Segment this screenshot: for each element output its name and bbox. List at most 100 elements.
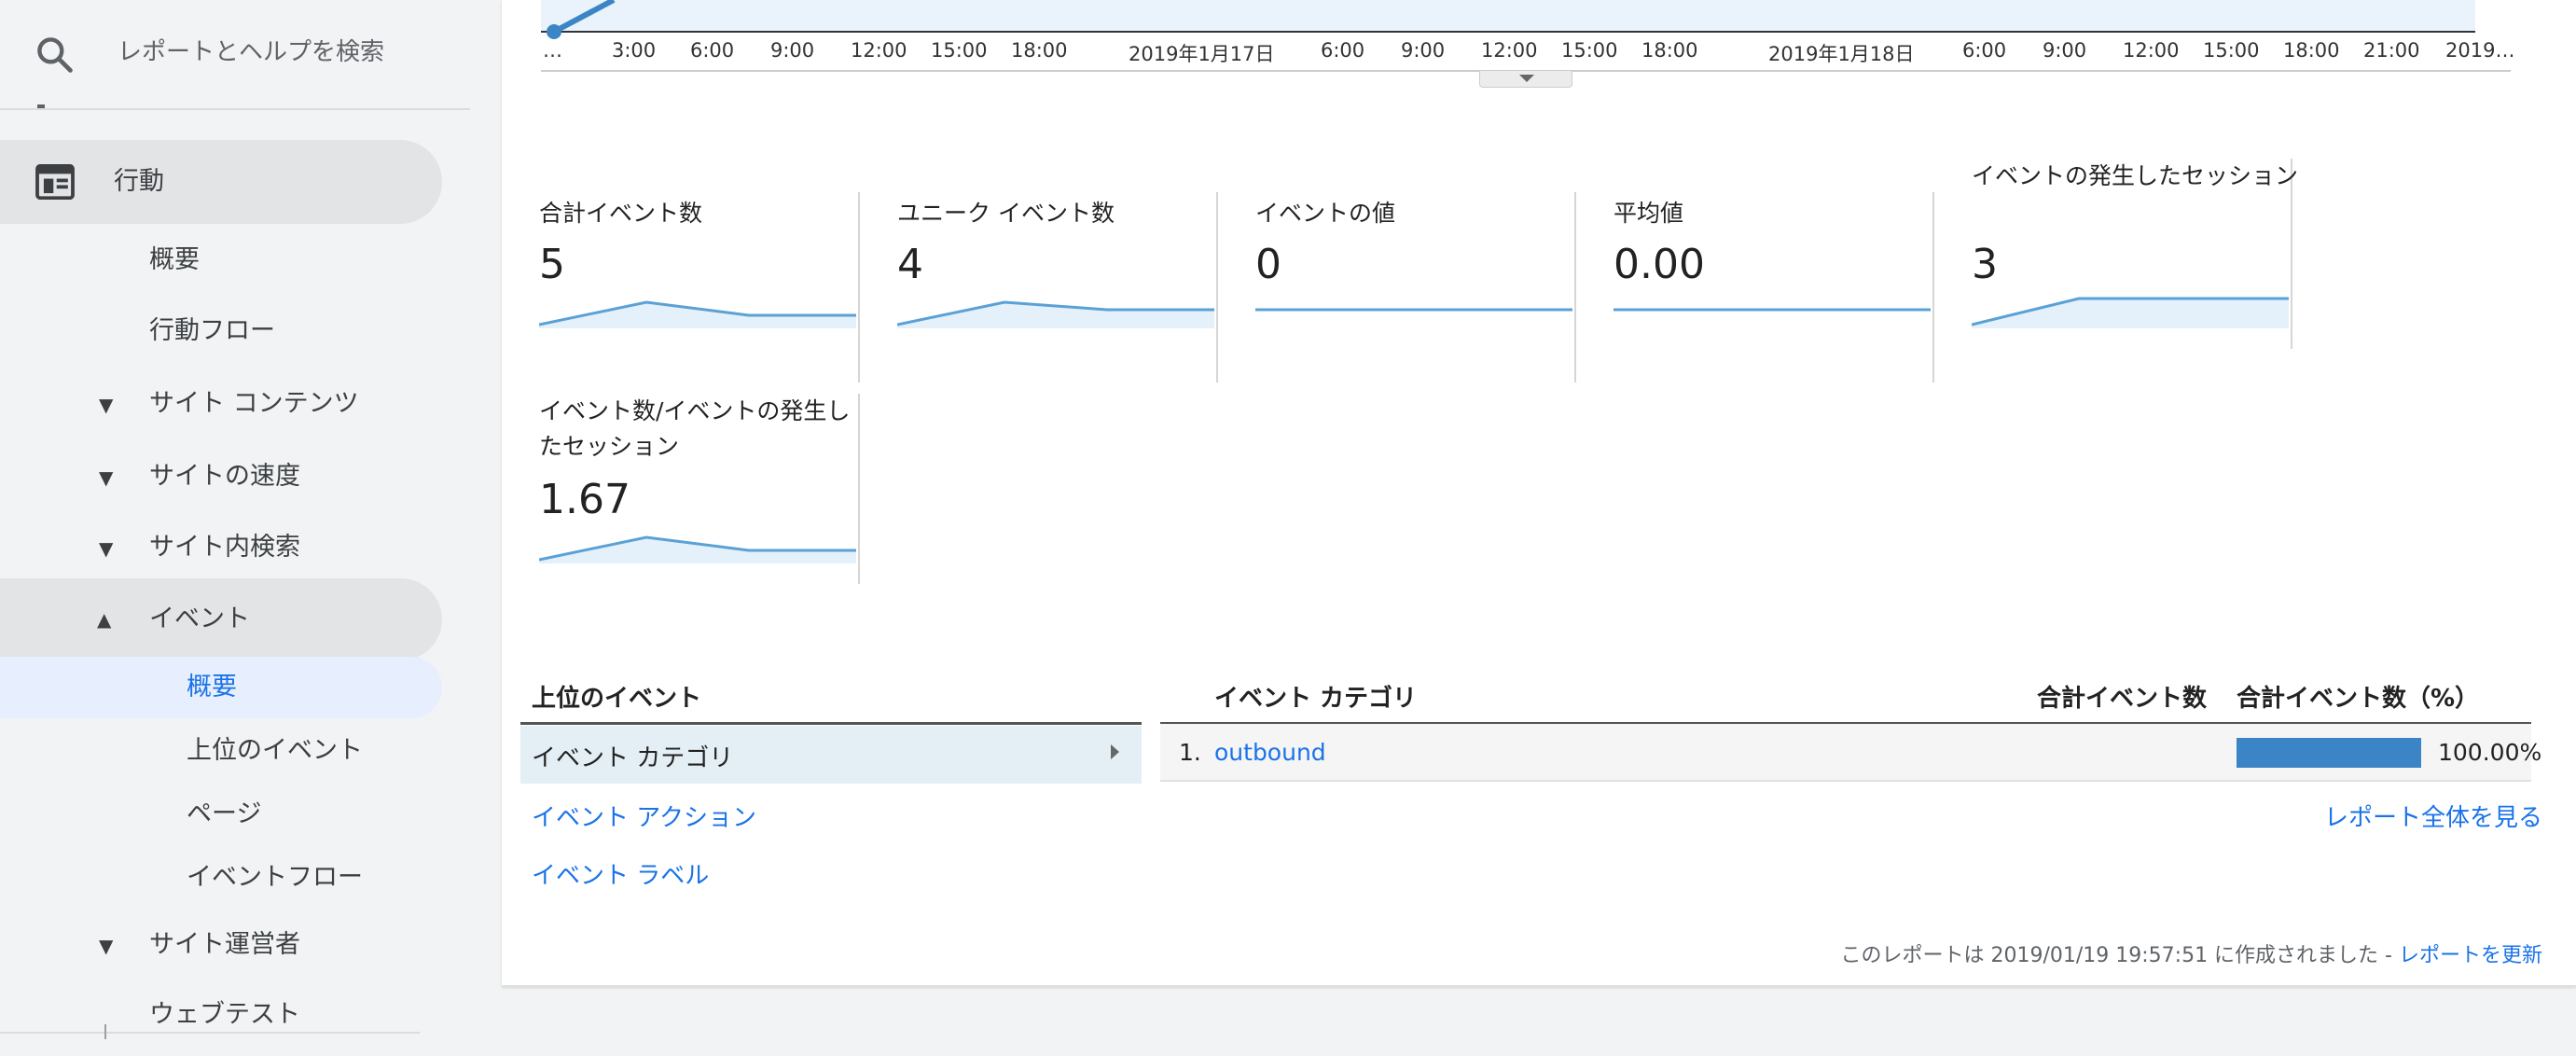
sidebar-item-experiments[interactable]: ウェブテスト: [0, 972, 442, 1056]
search-input[interactable]: レポートとヘルプを検索: [118, 35, 384, 69]
timeline-tick-label: 12:00: [2123, 39, 2180, 62]
scroll-tick: [37, 104, 45, 108]
timeline-tick-label: 6:00: [690, 39, 735, 62]
timeline-tick-label: 9:00: [770, 39, 815, 62]
row-index: 1.: [1179, 739, 1201, 766]
row-category-link[interactable]: outbound: [1214, 739, 1326, 766]
timeline-area: [541, 0, 2475, 31]
metric-value: 0.00: [1613, 241, 1705, 288]
sidebar-item-label: サイト コンテンツ: [149, 389, 359, 418]
sidebar-item-label: 概要: [187, 673, 237, 702]
metric-events-per-session[interactable]: イベント数/イベントの発生したセッション 1.67: [502, 394, 860, 584]
sidebar: レポートとヘルプを検索 行動 概要 行動フロー ▼ サイト コンテンツ ▼ サイ…: [0, 0, 470, 1039]
sidebar-item-label: サイトの速度: [149, 462, 300, 491]
behavior-icon: [35, 164, 75, 200]
metric-value: 3: [1972, 241, 1998, 288]
search-bar[interactable]: レポートとヘルプを検索: [0, 0, 470, 110]
refresh-report-link[interactable]: レポートを更新: [2399, 944, 2542, 967]
chevron-down-icon: [1519, 75, 1534, 82]
metric-unique-events[interactable]: ユニーク イベント数 4: [860, 192, 1218, 382]
view-full-report-link[interactable]: レポート全体を見る: [2324, 799, 2542, 833]
sidebar-item-label: サイト運営者: [149, 930, 300, 959]
metric-title: 平均値: [1613, 200, 1684, 227]
percent-bar-fill: [2237, 738, 2421, 768]
metric-title: 合計イベント数: [539, 200, 703, 227]
search-icon[interactable]: [34, 34, 75, 75]
sidebar-item-label: ページ: [187, 799, 262, 828]
table-row: 1. outbound 5 100.00%: [1160, 724, 2541, 782]
sidebar-item-label: イベント: [149, 604, 250, 633]
metric-sparkline: [897, 300, 1214, 328]
report-footer: このレポートは 2019/01/19 19:57:51 に作成されました - レ…: [1840, 938, 2542, 968]
caret-down-icon: ▼: [99, 537, 114, 560]
divider: [0, 1032, 420, 1034]
metric-value: 4: [897, 241, 923, 288]
divider: [520, 722, 1142, 725]
sidebar-item-label: 行動フロー: [149, 316, 275, 345]
timeline-tick-label: 15:00: [1561, 39, 1618, 62]
caret-down-icon: ▼: [99, 394, 114, 416]
metric-value: 1.67: [539, 476, 630, 523]
timeline-tick-label: …: [543, 39, 562, 62]
sidebar-item-events[interactable]: ▲ イベント: [0, 578, 442, 660]
sidebar-item-label: 概要: [149, 245, 200, 274]
footer-text: このレポートは 2019/01/19 19:57:51 に作成されました -: [1840, 944, 2399, 967]
column-header-total-events[interactable]: 合計イベント数: [2037, 679, 2207, 714]
sidebar-item-site-content[interactable]: ▼ サイト コンテンツ: [0, 362, 442, 446]
row-percent: 100.00%: [2438, 739, 2542, 766]
dimension-event-label-link[interactable]: イベント ラベル: [532, 856, 709, 891]
top-events-header: 上位のイベント: [532, 685, 702, 713]
timeline-tick-label: 18:00: [1641, 39, 1698, 62]
metric-title: ユニーク イベント数: [897, 200, 1115, 227]
sidebar-item-label: 行動: [114, 167, 164, 196]
timeline-tick-label: 6:00: [1321, 39, 1365, 62]
timeline-tick-label: 3:00: [612, 39, 657, 62]
metric-value: 5: [539, 241, 565, 288]
caret-down-icon: ▼: [99, 935, 114, 957]
timeline-tick-label: 21:00: [2363, 39, 2420, 62]
sidebar-item-label: イベントフロー: [187, 863, 363, 892]
timeline-tick-label: 2019年1月17日: [1129, 43, 1275, 65]
metric-sessions-with-event[interactable]: イベントの発生したセッション 3: [1934, 159, 2298, 349]
timeline-tick-label: 15:00: [2203, 39, 2260, 62]
metric-event-value[interactable]: イベントの値 0: [1218, 192, 1576, 382]
dimension-event-action-link[interactable]: イベント アクション: [532, 799, 756, 833]
timeline-point: [547, 24, 561, 39]
timeline-tick-label: 9:00: [1401, 39, 1446, 62]
timeline-tick-label: 18:00: [2283, 39, 2340, 62]
timeline-tick-label: 12:00: [851, 39, 907, 62]
sidebar-item-behavior[interactable]: 行動: [0, 140, 442, 224]
metric-title: イベントの発生したセッション: [1972, 162, 2299, 189]
caret-up-icon: ▲: [97, 608, 112, 631]
metric-sparkline: [1613, 308, 1931, 312]
metric-sparkline: [539, 300, 856, 328]
timeline-tick-label: 2019…: [2445, 39, 2515, 62]
metric-title: イベントの値: [1255, 200, 1396, 227]
sidebar-item-label: サイト内検索: [149, 533, 300, 562]
timeline-tick-label: 18:00: [1011, 39, 1068, 62]
percent-bar-track: [2237, 738, 2421, 768]
metric-value: 0: [1255, 241, 1281, 288]
sidebar-item-label: ウェブテスト: [149, 1000, 300, 1029]
sidebar-item-behavior-flow[interactable]: 行動フロー: [0, 289, 442, 373]
chevron-right-icon: [1111, 744, 1119, 759]
timeline-tick-label: 15:00: [931, 39, 988, 62]
metric-sparkline: [1255, 308, 1572, 312]
column-header-percent[interactable]: 合計イベント数（%）: [2237, 679, 2479, 714]
dimension-event-category[interactable]: イベント カテゴリ: [520, 726, 1142, 784]
metric-average-value[interactable]: 平均値 0.00: [1576, 192, 1934, 382]
metric-total-events[interactable]: 合計イベント数 5: [502, 192, 860, 382]
metric-sparkline: [1972, 297, 2289, 328]
column-header-category[interactable]: イベント カテゴリ: [1214, 679, 1417, 714]
metric-title: イベント数/イベントの発生したセッション: [539, 397, 851, 460]
sidebar-item-label: 上位のイベント: [187, 736, 363, 765]
chart-expander[interactable]: [1479, 71, 1572, 88]
divider: [104, 1024, 106, 1039]
timeline-tick-label: 9:00: [2043, 39, 2087, 62]
report-card: … 3:00 6:00 9:00 12:00 15:00 18:00 2019年1月17日 6:…: [502, 0, 2576, 987]
metric-sparkline: [539, 535, 856, 563]
sidebar-item-site-search[interactable]: ▼ サイト内検索: [0, 506, 442, 590]
timeline-tick-label: 2019年1月18日: [1768, 43, 1915, 65]
timeline-tick-label: 12:00: [1481, 39, 1538, 62]
dimension-label: イベント カテゴリ: [532, 744, 734, 772]
